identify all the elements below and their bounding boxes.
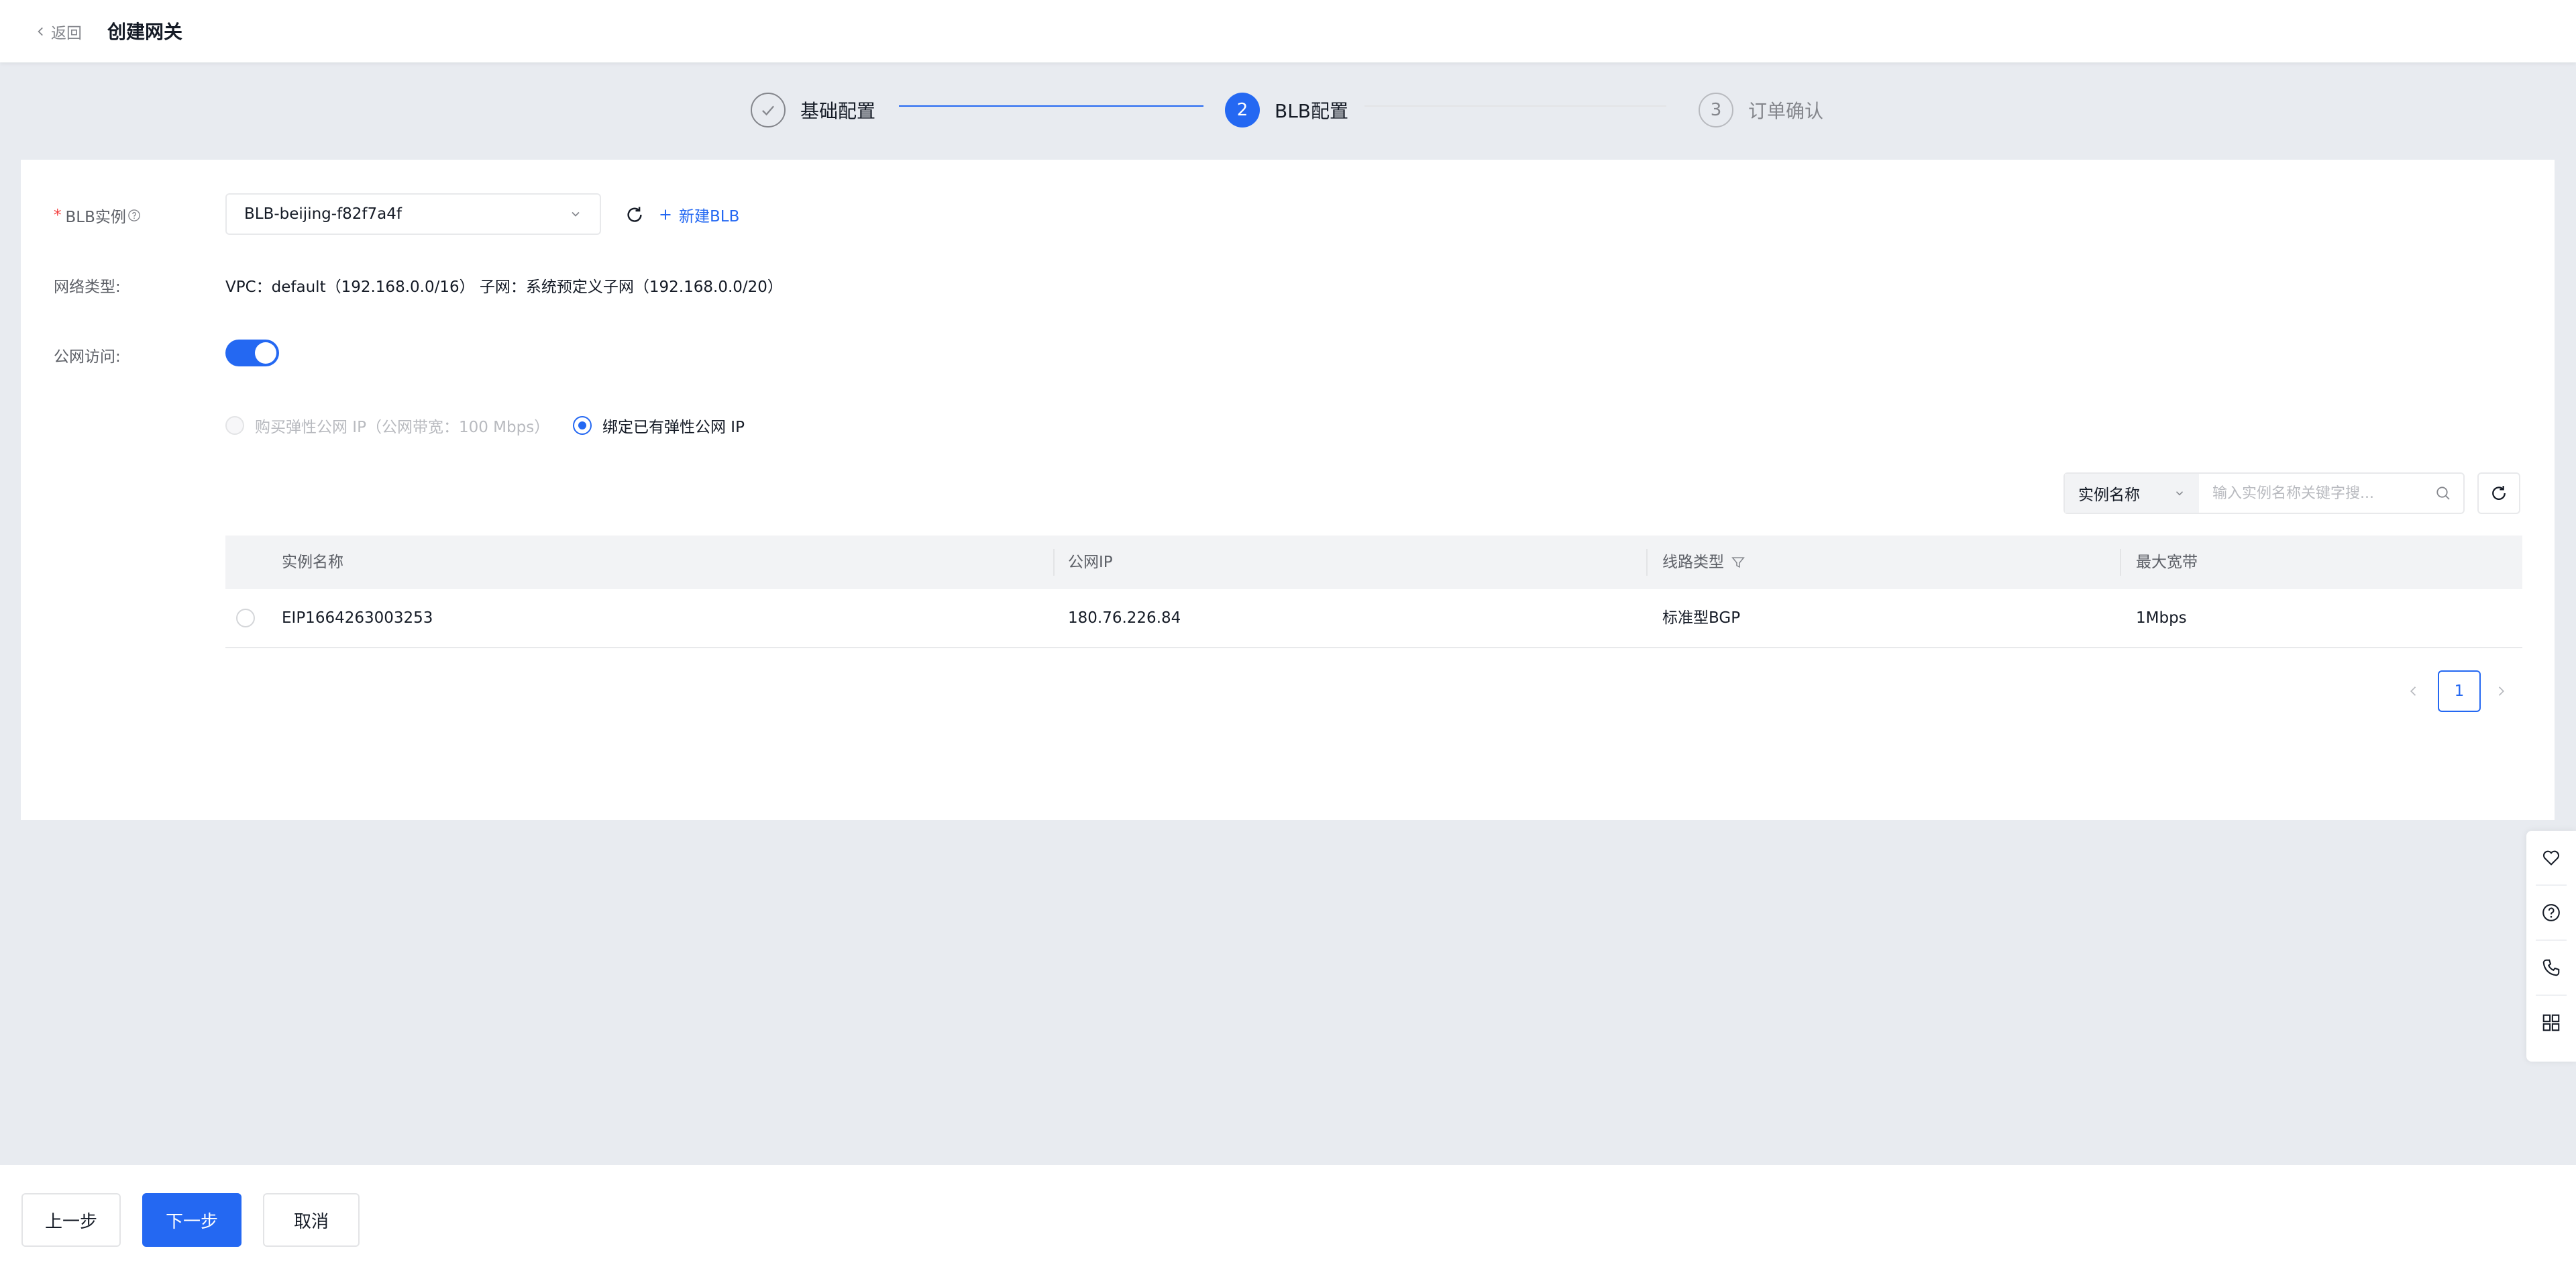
radio-bind-eip[interactable]: 绑定已有弹性公网 IP — [573, 414, 745, 437]
filter-icon[interactable] — [1731, 555, 1746, 570]
help-icon[interactable] — [2526, 886, 2576, 939]
step-connector — [899, 105, 1203, 107]
back-link[interactable]: 返回 — [35, 20, 82, 43]
public-access-label: 公网访问: — [54, 348, 121, 366]
back-label: 返回 — [51, 25, 82, 42]
heart-icon[interactable] — [2526, 831, 2576, 884]
blb-instance-select[interactable]: BLB-beijing-f82f7a4f — [225, 193, 601, 235]
cancel-button[interactable]: 取消 — [263, 1193, 360, 1247]
search-type-label: 实例名称 — [2078, 487, 2140, 504]
column-header-name: 实例名称 — [282, 554, 343, 571]
table-row[interactable]: EIP1664263003253 180.76.226.84 标准型BGP 1M… — [225, 589, 2522, 648]
chevron-down-icon — [572, 211, 580, 217]
new-blb-link[interactable]: 新建BLB — [659, 201, 739, 228]
next-page-icon[interactable] — [2490, 670, 2512, 712]
step-label: BLB配置 — [1275, 100, 1349, 122]
network-type-value: VPC：default（192.168.0.0/16） 子网：系统预定义子网（1… — [225, 278, 783, 296]
apps-grid-icon[interactable] — [2526, 996, 2576, 1050]
check-icon — [751, 93, 786, 128]
column-divider — [1646, 549, 1648, 576]
search-icon[interactable] — [2423, 474, 2463, 513]
search-type-select[interactable]: 实例名称 — [2065, 474, 2199, 513]
radio-button[interactable] — [573, 416, 592, 435]
toggle-knob — [255, 342, 276, 364]
prev-step-button[interactable]: 上一步 — [21, 1193, 121, 1247]
step-number: 2 — [1225, 93, 1260, 128]
search-group: 实例名称 — [2063, 472, 2465, 514]
search-input[interactable] — [2199, 474, 2423, 513]
chevron-left-icon — [38, 27, 43, 36]
column-divider — [2120, 549, 2121, 576]
column-header-ip: 公网IP — [1068, 554, 1113, 571]
table-header: 实例名称 公网IP 线路类型 最大宽带 — [225, 536, 2522, 589]
column-divider — [1053, 549, 1055, 576]
step-number: 3 — [1699, 93, 1733, 128]
row-radio[interactable] — [236, 609, 255, 627]
step-label: 基础配置 — [800, 100, 876, 122]
radio-buy-label: 购买弹性公网 IP（公网带宽：100 Mbps） — [255, 419, 550, 436]
top-bar: 返回 创建网关 — [0, 0, 2576, 62]
step-order-confirm: 3 订单确认 — [1699, 93, 1823, 128]
cell-bandwidth: 1Mbps — [2136, 609, 2187, 627]
page-title: 创建网关 — [107, 21, 183, 43]
next-step-button[interactable]: 下一步 — [142, 1193, 241, 1247]
blb-selected-value: BLB-beijing-f82f7a4f — [244, 205, 402, 223]
network-type-label: 网络类型: — [54, 278, 121, 296]
table-refresh-button[interactable] — [2477, 472, 2520, 514]
required-mark: * — [54, 207, 62, 224]
prev-page-icon[interactable] — [2403, 670, 2424, 712]
step-label: 订单确认 — [1748, 100, 1824, 122]
public-access-toggle[interactable] — [225, 340, 279, 366]
step-blb-config: 2 BLB配置 — [1225, 93, 1348, 128]
refresh-icon — [2492, 486, 2506, 500]
radio-bind-label: 绑定已有弹性公网 IP — [602, 419, 745, 436]
cell-line: 标准型BGP — [1662, 609, 1741, 627]
plus-icon — [660, 209, 671, 220]
refresh-icon[interactable] — [621, 201, 648, 228]
radio-button[interactable] — [225, 416, 244, 435]
column-header-line-label: 线路类型 — [1662, 554, 1724, 571]
cell-ip: 180.76.226.84 — [1068, 609, 1181, 627]
bottom-action-bar — [0, 1165, 2576, 1275]
blb-label-text: BLB实例 — [65, 209, 126, 226]
column-header-line: 线路类型 — [1662, 536, 1746, 589]
cell-name: EIP1664263003253 — [282, 609, 433, 627]
chevron-down-icon — [2176, 491, 2184, 496]
new-blb-label: 新建BLB — [679, 208, 740, 225]
page-number-current[interactable]: 1 — [2438, 670, 2481, 712]
step-connector — [1364, 105, 1666, 107]
column-header-bandwidth: 最大宽带 — [2136, 554, 2198, 571]
question-circle-icon[interactable] — [127, 209, 141, 222]
radio-buy-eip[interactable]: 购买弹性公网 IP（公网带宽：100 Mbps） — [225, 414, 549, 437]
phone-icon[interactable] — [2526, 941, 2576, 994]
step-basic-config: 基础配置 — [751, 93, 875, 128]
blb-instance-label: * BLB实例 — [54, 204, 141, 227]
side-toolbar — [2526, 831, 2576, 1062]
